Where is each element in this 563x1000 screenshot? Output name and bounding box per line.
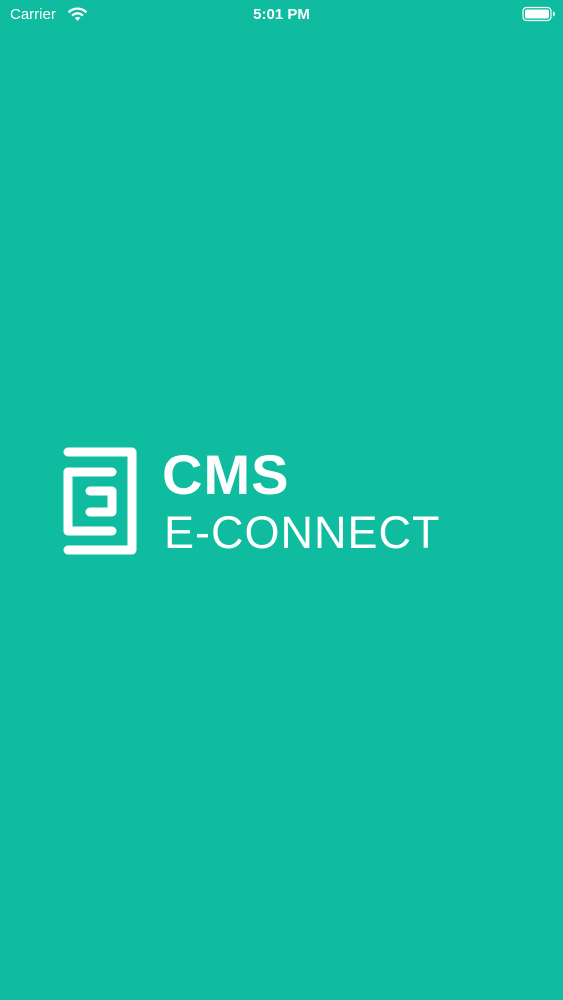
brand-name: CMS [162,443,290,506]
status-bar: Carrier 5:01 PM [0,0,563,30]
battery-full-icon [522,6,555,22]
splash-logo: CMS E-CONNECT [62,446,502,556]
clock-time: 5:01 PM [253,6,310,23]
cms-e-connect-logo-icon [63,447,137,555]
brand-subtitle: E-CONNECT [164,507,441,558]
